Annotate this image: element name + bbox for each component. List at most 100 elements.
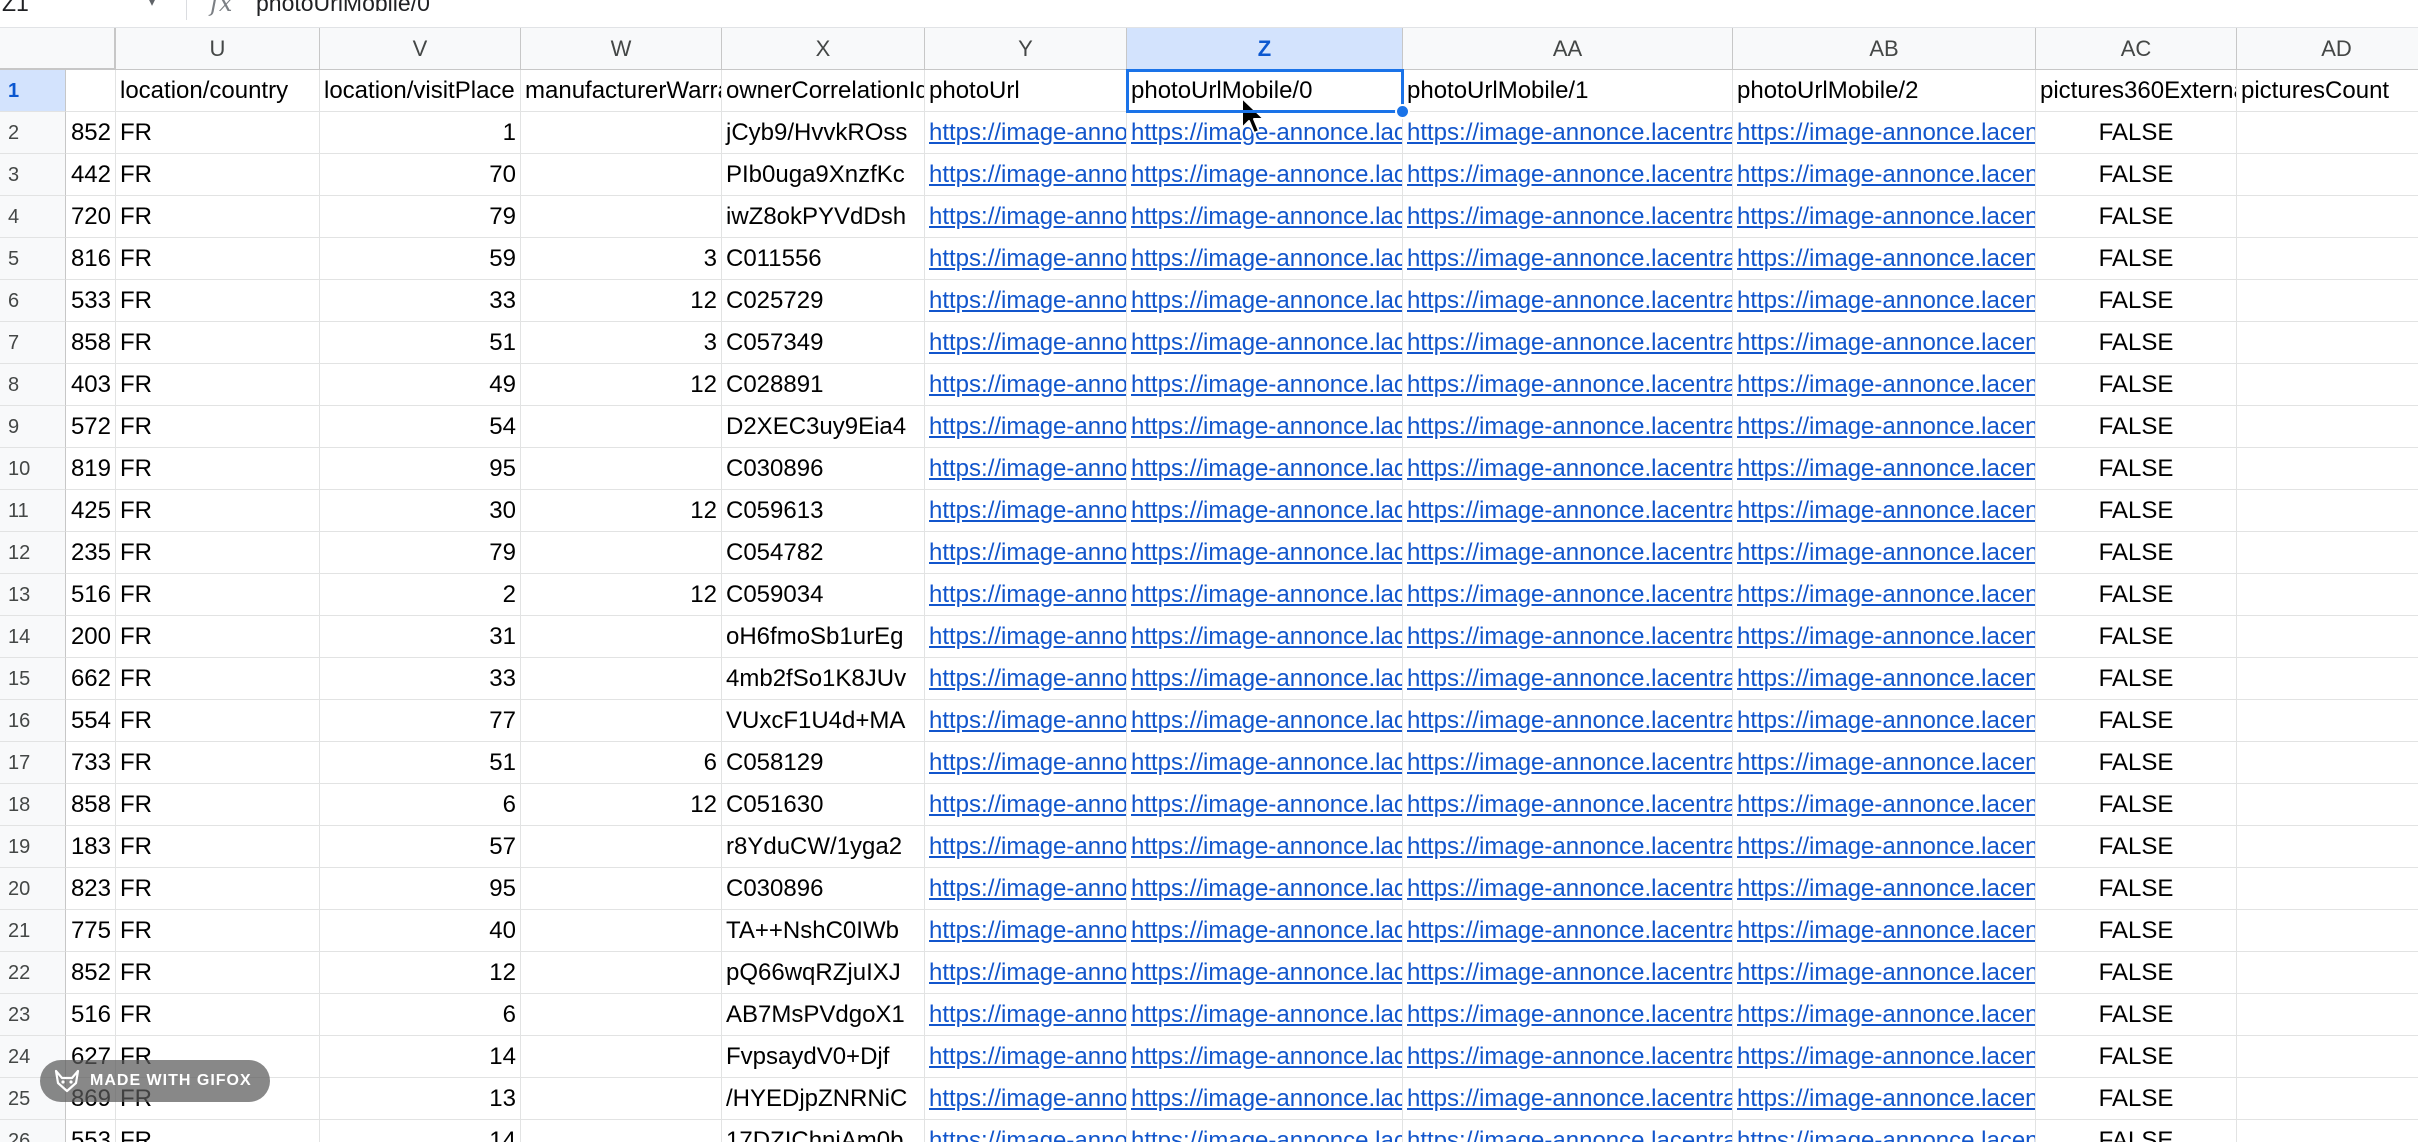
cell[interactable]: 51 [320, 742, 521, 784]
cell[interactable]: C059613 [722, 490, 925, 532]
url-link-cell[interactable]: https://image-annonce.lacentrale.fr [925, 532, 1127, 574]
url-link-cell[interactable]: https://image-annonce.lacentrale.fr [1127, 490, 1403, 532]
url-link-cell[interactable]: https://image-annonce.lacentrale.fr [1403, 574, 1733, 616]
cell[interactable]: FALSE [2036, 406, 2237, 448]
cell[interactable]: FALSE [2036, 952, 2237, 994]
url-link-cell[interactable]: https://image-annonce.lacentrale.fr [925, 322, 1127, 364]
column-header-w[interactable]: W [521, 28, 722, 70]
cell[interactable]: 553 [66, 1120, 116, 1142]
url-link-cell[interactable]: https://image-annonce.lacentrale.fr [1733, 1078, 2036, 1120]
cell[interactable]: FR [116, 910, 320, 952]
cell[interactable] [521, 1036, 722, 1078]
cell[interactable] [2237, 1036, 2418, 1078]
url-link-cell[interactable]: https://image-annonce.lacentrale.fr [1733, 742, 2036, 784]
url-link-cell[interactable]: https://image-annonce.lacentrale.fr [1403, 910, 1733, 952]
cell[interactable]: 183 [66, 826, 116, 868]
cell[interactable]: FALSE [2036, 574, 2237, 616]
header-cell-w[interactable]: manufacturerWarranty [521, 70, 722, 112]
cell[interactable]: FR [116, 154, 320, 196]
cell[interactable]: 51 [320, 322, 521, 364]
name-box-dropdown-icon[interactable]: ▾ [148, 0, 156, 16]
url-link-cell[interactable]: https://image-annonce.lacentrale.fr [1127, 574, 1403, 616]
cell[interactable] [2237, 616, 2418, 658]
cell[interactable] [2237, 952, 2418, 994]
url-link-cell[interactable]: https://image-annonce.lacentrale.fr [1403, 448, 1733, 490]
cell[interactable]: C030896 [722, 448, 925, 490]
cell[interactable]: 823 [66, 868, 116, 910]
cell[interactable] [521, 196, 722, 238]
url-link-cell[interactable]: https://image-annonce.lacentrale.fr [1733, 574, 2036, 616]
cell[interactable]: 733 [66, 742, 116, 784]
cell[interactable]: 662 [66, 658, 116, 700]
row-header[interactable]: 15 [0, 658, 66, 700]
row-header[interactable]: 9 [0, 406, 66, 448]
row-header[interactable]: 8 [0, 364, 66, 406]
formula-input[interactable]: photoUrlMobile/0 [256, 0, 430, 19]
url-link-cell[interactable]: https://image-annonce.lacentrale.fr [1403, 364, 1733, 406]
url-link-cell[interactable]: https://image-annonce.lacentrale.fr [1403, 826, 1733, 868]
url-link-cell[interactable]: https://image-annonce.lacentrale.fr [1127, 616, 1403, 658]
cell[interactable]: 1 [320, 112, 521, 154]
url-link-cell[interactable]: https://image-annonce.lacentrale.fr [1403, 280, 1733, 322]
cell[interactable]: 6 [320, 994, 521, 1036]
cell[interactable] [521, 448, 722, 490]
cell[interactable]: 858 [66, 322, 116, 364]
url-link-cell[interactable]: https://image-annonce.lacentrale.fr [1733, 406, 2036, 448]
url-link-cell[interactable]: https://image-annonce.lacentrale.fr [925, 826, 1127, 868]
url-link-cell[interactable]: https://image-annonce.lacentrale.fr [1733, 826, 2036, 868]
cell[interactable]: 572 [66, 406, 116, 448]
url-link-cell[interactable]: https://image-annonce.lacentrale.fr [925, 112, 1127, 154]
cell[interactable]: 12 [320, 952, 521, 994]
url-link-cell[interactable]: https://image-annonce.lacentrale.fr [1127, 910, 1403, 952]
cell[interactable] [2237, 196, 2418, 238]
cell[interactable]: FALSE [2036, 196, 2237, 238]
url-link-cell[interactable]: https://image-annonce.lacentrale.fr [1403, 1078, 1733, 1120]
url-link-cell[interactable]: https://image-annonce.lacentrale.fr [1403, 490, 1733, 532]
cell[interactable]: FR [116, 322, 320, 364]
url-link-cell[interactable]: https://image-annonce.lacentrale.fr [1733, 700, 2036, 742]
cell[interactable]: 33 [320, 280, 521, 322]
cell[interactable]: 54 [320, 406, 521, 448]
cell[interactable]: 816 [66, 238, 116, 280]
url-link-cell[interactable]: https://image-annonce.lacentrale.fr [1127, 700, 1403, 742]
column-header-x[interactable]: X [722, 28, 925, 70]
cell[interactable]: FALSE [2036, 1120, 2237, 1142]
url-link-cell[interactable]: https://image-annonce.lacentrale.fr [1403, 406, 1733, 448]
row-header[interactable]: 1 [0, 70, 66, 112]
row-header[interactable]: 11 [0, 490, 66, 532]
cell[interactable]: FR [116, 742, 320, 784]
cell[interactable]: FALSE [2036, 994, 2237, 1036]
url-link-cell[interactable]: https://image-annonce.lacentrale.fr [925, 280, 1127, 322]
cell[interactable]: 31 [320, 616, 521, 658]
url-link-cell[interactable]: https://image-annonce.lacentrale.fr [925, 154, 1127, 196]
column-header-v[interactable]: V [320, 28, 521, 70]
cell[interactable]: 6 [320, 784, 521, 826]
cell[interactable]: FR [116, 364, 320, 406]
cell[interactable] [521, 1120, 722, 1142]
url-link-cell[interactable]: https://image-annonce.lacentrale.fr [925, 406, 1127, 448]
cell[interactable]: 2 [2237, 238, 2418, 280]
row-header[interactable]: 17 [0, 742, 66, 784]
url-link-cell[interactable]: https://image-annonce.lacentrale.fr [925, 364, 1127, 406]
url-link-cell[interactable]: https://image-annonce.lacentrale.fr [1403, 238, 1733, 280]
cell[interactable] [66, 70, 116, 112]
cell[interactable]: 1 [2237, 658, 2418, 700]
cell[interactable]: FR [116, 280, 320, 322]
cell[interactable]: r8YduCW/1yga2 [722, 826, 925, 868]
url-link-cell[interactable]: https://image-annonce.lacentrale.fr [1127, 994, 1403, 1036]
url-link-cell[interactable]: https://image-annonce.lacentrale.fr [1127, 532, 1403, 574]
cell[interactable]: 720 [66, 196, 116, 238]
cell[interactable]: C011556 [722, 238, 925, 280]
url-link-cell[interactable]: https://image-annonce.lacentrale.fr [1127, 826, 1403, 868]
column-header-z[interactable]: Z [1127, 28, 1403, 70]
url-link-cell[interactable]: https://image-annonce.lacentrale.fr [1403, 742, 1733, 784]
cell[interactable] [521, 532, 722, 574]
cell[interactable]: FALSE [2036, 826, 2237, 868]
url-link-cell[interactable]: https://image-annonce.lacentrale.fr [925, 658, 1127, 700]
cell[interactable]: TA++NshC0IWb [722, 910, 925, 952]
cell[interactable]: 858 [66, 784, 116, 826]
url-link-cell[interactable]: https://image-annonce.lacentrale.fr [1127, 364, 1403, 406]
row-header[interactable]: 22 [0, 952, 66, 994]
cell[interactable]: VUxcF1U4d+MA [722, 700, 925, 742]
cell[interactable]: FALSE [2036, 700, 2237, 742]
